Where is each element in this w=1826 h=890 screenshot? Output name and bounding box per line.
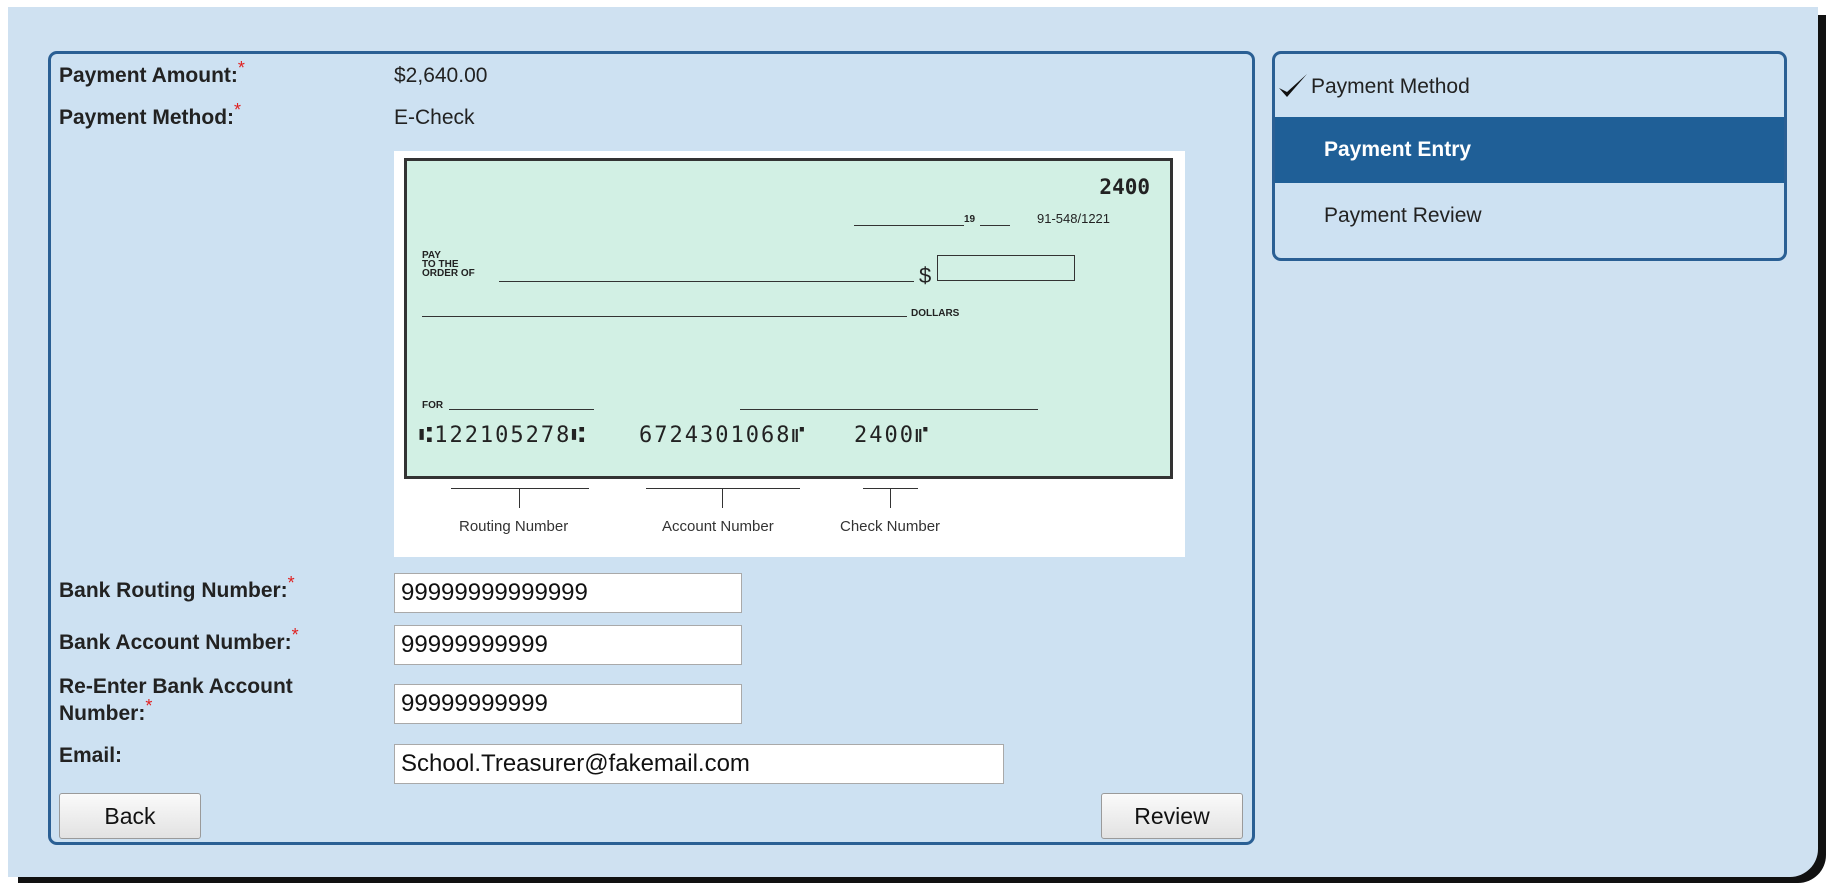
step-payment-method[interactable]: Payment Method	[1275, 54, 1784, 120]
email-label: Email:	[59, 744, 123, 767]
step-payment-entry[interactable]: Payment Entry	[1275, 117, 1784, 183]
dollar-sign: $	[919, 263, 932, 288]
micr-routing: ⑆122105278⑆	[419, 423, 587, 448]
required-marker: *	[237, 58, 245, 78]
payment-method-value: E-Check	[394, 106, 475, 129]
step-payment-review[interactable]: Payment Review	[1275, 183, 1784, 249]
check-fraction-code: 91-548/1221	[1037, 211, 1111, 226]
required-marker: *	[291, 625, 299, 645]
payment-amount-label: Payment Amount:*	[59, 58, 245, 87]
required-marker: *	[145, 696, 153, 716]
dollars-label: DOLLARS	[911, 308, 960, 319]
account-number-input[interactable]	[394, 625, 742, 665]
check-date-suffix: 19	[964, 214, 976, 225]
routing-number-input[interactable]	[394, 573, 742, 613]
routing-number-label: Bank Routing Number:*	[59, 573, 295, 602]
payment-steps-panel: Payment Method Payment Entry Payment Rev…	[1272, 51, 1787, 261]
account-number-label: Bank Account Number:*	[59, 625, 299, 654]
step-label: Payment Method	[1311, 75, 1470, 98]
micr-check: 2400⑈	[854, 423, 931, 448]
checkmark-icon	[1279, 74, 1307, 97]
review-button[interactable]: Review	[1101, 793, 1243, 839]
for-label: FOR	[422, 400, 444, 411]
step-label: Payment Review	[1324, 204, 1482, 227]
email-input[interactable]	[394, 744, 1004, 784]
micr-account: 6724301068⑈	[639, 423, 807, 448]
back-button[interactable]: Back	[59, 793, 201, 839]
check-number-top: 2400	[1099, 175, 1150, 199]
amount-box	[937, 255, 1075, 281]
reenter-account-label: Re-Enter Bank Account Number:*	[59, 675, 293, 725]
routing-number-caption: Routing Number	[459, 518, 569, 535]
payment-form-panel: Payment Amount:* $2,640.00 Payment Metho…	[48, 51, 1255, 845]
payment-amount-value: $2,640.00	[394, 64, 488, 87]
pay-to-order-label: PAY TO THE ORDER OF	[422, 250, 475, 279]
required-marker: *	[287, 573, 295, 593]
payment-method-label: Payment Method:*	[59, 100, 242, 129]
sample-check-image: 2400 19 91-548/1221 PAY TO THE ORDER OF …	[394, 151, 1185, 557]
reenter-account-input[interactable]	[394, 684, 742, 724]
page-background: Payment Amount:* $2,640.00 Payment Metho…	[8, 7, 1818, 877]
account-number-caption: Account Number	[662, 518, 774, 535]
check-body: 2400 19 91-548/1221 PAY TO THE ORDER OF …	[404, 158, 1173, 479]
check-number-caption: Check Number	[840, 518, 941, 535]
required-marker: *	[234, 100, 242, 120]
step-label: Payment Entry	[1324, 138, 1472, 161]
